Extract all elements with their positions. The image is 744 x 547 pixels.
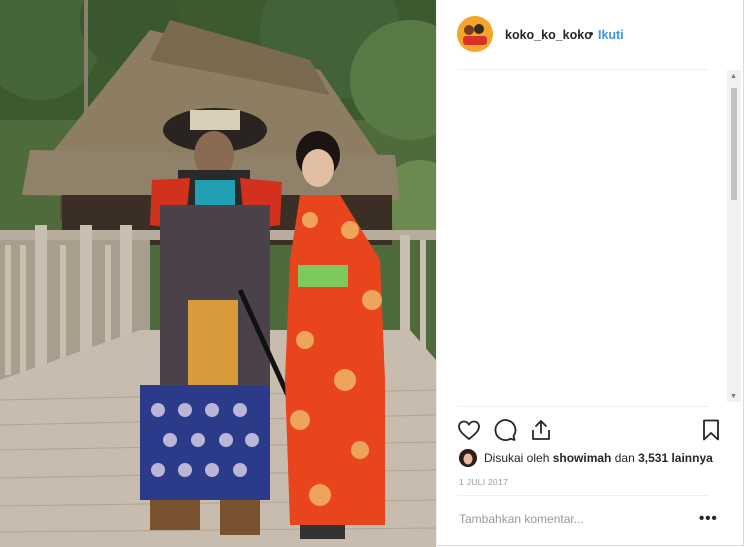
- heart-icon[interactable]: [457, 418, 481, 442]
- follow-button[interactable]: Ikuti: [598, 28, 624, 42]
- share-icon[interactable]: [529, 418, 553, 442]
- likes-connector: dan: [611, 451, 639, 465]
- more-options-icon[interactable]: •••: [699, 510, 718, 527]
- avatar-image: [457, 16, 493, 52]
- liker-name-link[interactable]: showimah: [553, 451, 612, 465]
- post-header: koko_ko_koko • Ikuti: [437, 0, 743, 70]
- comment-divider: [457, 495, 709, 496]
- user-avatar[interactable]: [457, 16, 493, 52]
- scroll-up-arrow-icon[interactable]: ▲: [730, 73, 737, 80]
- post-photo[interactable]: [0, 0, 436, 547]
- comment-icon[interactable]: [493, 418, 517, 442]
- likes-count-link[interactable]: 3,531 lainnya: [638, 451, 713, 465]
- actions-divider: [457, 406, 709, 407]
- comments-area[interactable]: [437, 70, 727, 400]
- username-link[interactable]: koko_ko_koko: [505, 28, 592, 42]
- scroll-down-arrow-icon[interactable]: ▼: [730, 393, 737, 400]
- post-photo-image: [0, 0, 436, 547]
- header-separator: •: [589, 26, 594, 41]
- bookmark-icon[interactable]: [699, 418, 723, 442]
- likes-prefix: Disukai oleh: [484, 451, 553, 465]
- scrollbar-thumb[interactable]: [731, 88, 737, 200]
- post-details-panel: koko_ko_koko • Ikuti ▲ ▼ Disukai oleh sh…: [436, 0, 744, 546]
- post-date[interactable]: 1 JULI 2017: [459, 477, 508, 487]
- comment-input[interactable]: Tambahkan komentar...: [459, 512, 584, 526]
- liker-avatar[interactable]: [459, 449, 477, 467]
- likes-summary: Disukai oleh showimah dan 3,531 lainnya: [484, 451, 713, 465]
